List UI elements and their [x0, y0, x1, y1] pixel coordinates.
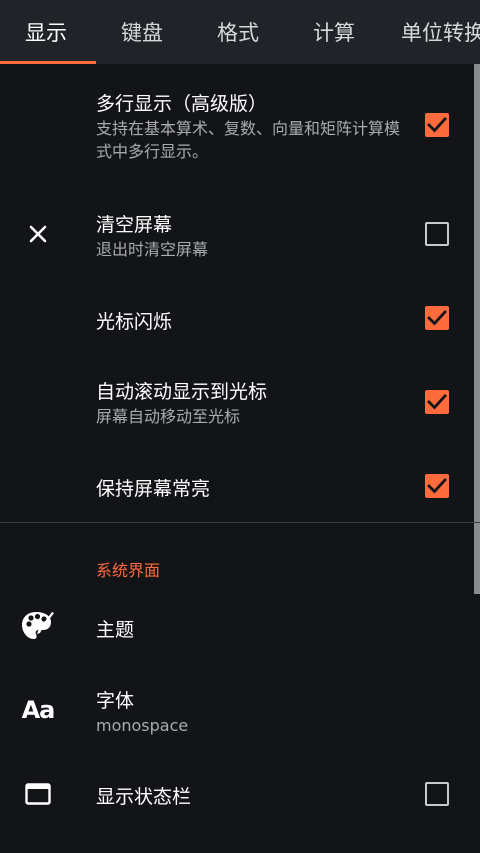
setting-keep-screen-on[interactable]: 保持屏幕常亮 — [0, 450, 480, 522]
checkbox-clear-screen[interactable] — [425, 222, 449, 246]
check-icon — [427, 310, 447, 326]
setting-title: 保持屏幕常亮 — [96, 478, 211, 500]
setting-auto-scroll[interactable]: 自动滚动显示到光标 屏幕自动移动至光标 — [0, 354, 480, 450]
tab-keyboard[interactable]: 键盘 — [121, 0, 163, 64]
close-icon — [18, 214, 58, 254]
tab-bar: 显示 键盘 格式 计算 单位转换 — [0, 0, 480, 64]
setting-summary: 屏幕自动移动至光标 — [96, 407, 241, 426]
setting-summary: monospace — [96, 716, 189, 735]
window-icon — [18, 774, 58, 814]
setting-title: 显示状态栏 — [96, 786, 192, 808]
palette-icon — [18, 606, 58, 646]
setting-summary: 退出时清空屏幕 — [96, 240, 209, 259]
setting-summary: 支持在基本算术、复数、向量和矩阵计算模式中多行显示。 — [96, 119, 401, 161]
tab-display[interactable]: 显示 — [25, 0, 67, 64]
setting-show-status-bar[interactable]: 显示状态栏 — [0, 760, 480, 832]
setting-title: 字体 — [96, 690, 135, 712]
checkbox-auto-scroll[interactable] — [425, 390, 449, 414]
tab-calculation[interactable]: 计算 — [313, 0, 355, 64]
checkbox-cursor-blink[interactable] — [425, 306, 449, 330]
setting-font[interactable]: Aa 字体 monospace — [0, 672, 480, 756]
category-system-ui: 系统界面 — [96, 561, 161, 580]
setting-title: 光标闪烁 — [96, 311, 173, 333]
section-divider — [0, 522, 480, 523]
setting-title: 自动滚动显示到光标 — [96, 381, 268, 403]
check-icon — [427, 478, 447, 494]
check-icon — [427, 394, 447, 410]
checkbox-multiline-display[interactable] — [425, 113, 449, 137]
font-icon: Aa — [21, 696, 56, 724]
checkbox-keep-screen-on[interactable] — [425, 474, 449, 498]
tab-format[interactable]: 格式 — [217, 0, 259, 64]
setting-cursor-blink[interactable]: 光标闪烁 — [0, 282, 480, 354]
setting-clear-screen[interactable]: 清空屏幕 退出时清空屏幕 — [0, 188, 480, 278]
setting-theme[interactable]: 主题 — [0, 594, 480, 658]
tab-unit-conversion[interactable]: 单位转换 — [401, 0, 480, 64]
setting-title: 多行显示（高级版） — [96, 93, 268, 115]
setting-multiline-display[interactable]: 多行显示（高级版） 支持在基本算术、复数、向量和矩阵计算模式中多行显示。 — [0, 64, 480, 176]
setting-title: 主题 — [96, 619, 135, 641]
setting-title: 清空屏幕 — [96, 214, 173, 236]
checkbox-show-status-bar[interactable] — [425, 782, 449, 806]
check-icon — [427, 117, 447, 133]
settings-list: 多行显示（高级版） 支持在基本算术、复数、向量和矩阵计算模式中多行显示。 清空屏… — [0, 64, 480, 853]
